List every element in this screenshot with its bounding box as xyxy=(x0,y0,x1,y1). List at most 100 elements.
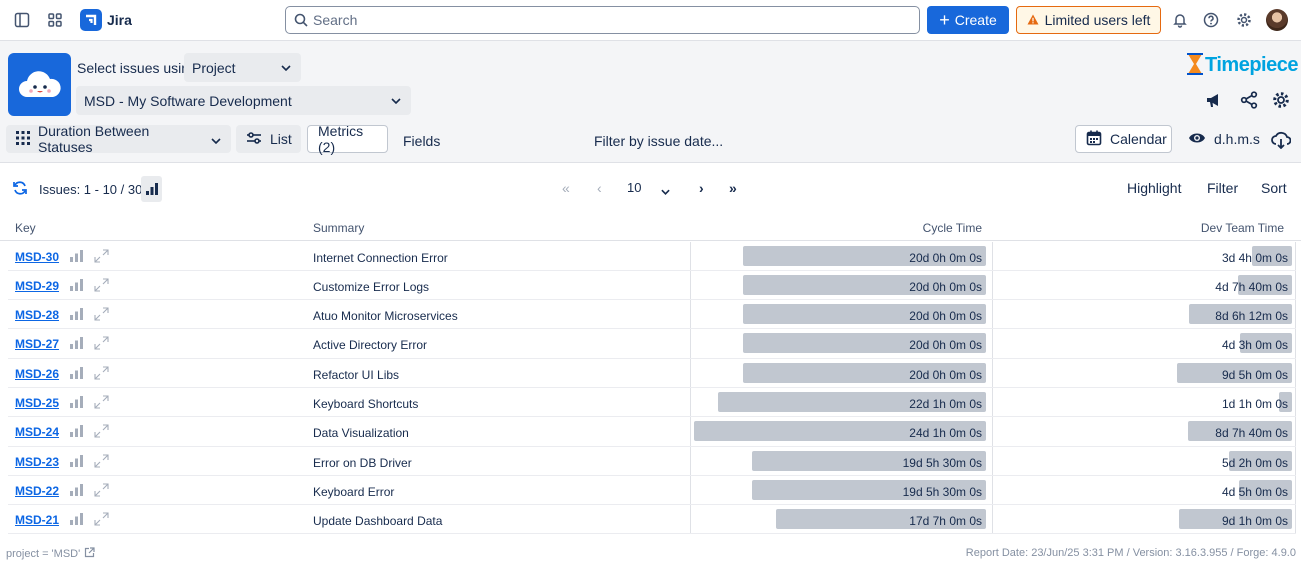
expand-icon[interactable] xyxy=(94,366,109,383)
cycle-time-cell: 19d 5h 30m 0s xyxy=(690,475,993,505)
chart-bars-icon[interactable] xyxy=(70,308,83,323)
expand-icon[interactable] xyxy=(94,424,109,441)
share-icon[interactable] xyxy=(1239,90,1259,110)
issue-key-link[interactable]: MSD-29 xyxy=(15,279,59,293)
external-link-icon[interactable] xyxy=(84,547,95,561)
column-header-key[interactable]: Key xyxy=(15,221,36,235)
dev-team-time-value: 8d 7h 40m 0s xyxy=(1215,426,1288,441)
issue-key-link[interactable]: MSD-24 xyxy=(15,425,59,439)
expand-icon[interactable] xyxy=(94,336,109,353)
expand-icon[interactable] xyxy=(94,248,109,266)
issue-summary: Update Dashboard Data xyxy=(313,514,443,529)
fields-link[interactable]: Fields xyxy=(403,133,440,149)
cycle-time-value: 17d 7h 0m 0s xyxy=(909,514,982,529)
list-button[interactable]: List xyxy=(236,125,301,153)
issue-key-link[interactable]: MSD-22 xyxy=(15,484,59,498)
chart-bars-icon[interactable] xyxy=(70,366,83,382)
first-page-icon[interactable]: « xyxy=(562,180,570,196)
cycle-time-cell: 19d 5h 30m 0s xyxy=(690,446,993,475)
issue-key-link[interactable]: MSD-23 xyxy=(15,455,59,469)
highlight-link[interactable]: Highlight xyxy=(1127,180,1181,196)
issue-key-link[interactable]: MSD-26 xyxy=(15,367,59,381)
table-row[interactable]: MSD-29 Customize Error Logs 20d 0h 0m 0s 4d… xyxy=(8,270,1296,301)
issue-key-link[interactable]: MSD-27 xyxy=(15,337,59,351)
dev-team-time-value: 4d 7h 40m 0s xyxy=(1215,279,1288,294)
bell-icon[interactable] xyxy=(1171,11,1189,29)
user-avatar[interactable] xyxy=(1266,9,1288,31)
search-box[interactable] xyxy=(285,6,920,34)
chart-bars-icon[interactable] xyxy=(70,337,83,352)
table-row[interactable]: MSD-30 Internet Connection Error 20d 0h 0m… xyxy=(8,241,1296,271)
create-button[interactable]: + Create xyxy=(927,6,1009,34)
chart-bars-icon[interactable] xyxy=(70,454,83,470)
metrics-button[interactable]: Metrics (2) xyxy=(307,123,388,155)
app-switcher-icon[interactable] xyxy=(46,11,64,29)
report-type-label: Duration Between Statuses xyxy=(38,123,150,155)
issue-key-link[interactable]: MSD-21 xyxy=(15,513,59,527)
limited-users-button[interactable]: Limited users left xyxy=(1016,6,1161,34)
search-input[interactable] xyxy=(313,7,903,33)
issue-key-link[interactable]: MSD-25 xyxy=(15,396,59,410)
table-row[interactable]: MSD-26 Refactor UI Libs 20d 0h 0m 0s 9d 5h … xyxy=(8,358,1296,388)
project-dropdown[interactable]: MSD - My Software Development xyxy=(76,86,411,115)
table-row[interactable]: MSD-22 Keyboard Error 19d 5h 30m 0s 4d 5h 0… xyxy=(8,475,1296,506)
filter-by-date-link[interactable]: Filter by issue date... xyxy=(594,133,723,149)
time-format-label: d.h.m.s xyxy=(1214,131,1260,147)
table-row[interactable]: MSD-21 Update Dashboard Data 17d 7h 0m 0s 9… xyxy=(8,505,1296,535)
table-header: Key Summary Cycle Time Dev Team Time xyxy=(0,213,1301,241)
chart-bars-icon[interactable] xyxy=(141,176,162,202)
refresh-icon[interactable] xyxy=(12,180,28,199)
column-header-summary[interactable]: Summary xyxy=(313,221,364,235)
table-row[interactable]: MSD-23 Error on DB Driver 19d 5h 30m 0s 5d … xyxy=(8,446,1296,476)
sort-link[interactable]: Sort xyxy=(1261,180,1287,196)
dev-team-time-value: 4d 3h 0m 0s xyxy=(1221,338,1288,353)
app-name[interactable]: Jira xyxy=(107,12,132,28)
chart-bars-icon[interactable] xyxy=(70,483,83,499)
create-label: Create xyxy=(954,12,997,28)
jira-logo-icon[interactable] xyxy=(80,9,102,31)
issue-key-link[interactable]: MSD-30 xyxy=(15,250,59,264)
column-header-cycle-time[interactable]: Cycle Time xyxy=(923,221,982,235)
expand-icon[interactable] xyxy=(94,454,109,471)
expand-icon[interactable] xyxy=(94,395,109,412)
expand-icon[interactable] xyxy=(94,512,109,529)
chevron-down-icon[interactable] xyxy=(661,183,670,198)
report-type-dropdown[interactable]: Duration Between Statuses xyxy=(6,123,231,155)
results-toolbar: Issues: 1 - 10 / 30 « ‹ 10 › » Highlight… xyxy=(0,163,1301,213)
next-page-icon[interactable]: › xyxy=(699,180,704,196)
cycle-time-value: 22d 1h 0m 0s xyxy=(909,397,982,411)
settings-icon[interactable] xyxy=(1235,11,1253,29)
settings-gear-icon[interactable] xyxy=(1271,90,1291,110)
chart-bars-icon[interactable] xyxy=(70,425,83,440)
dev-team-time-cell: 9d 1h 0m 0s xyxy=(993,505,1296,534)
table-row[interactable]: MSD-25 Keyboard Shortcuts 22d 1h 0m 0s 1d 1… xyxy=(8,388,1296,418)
cloud-download-icon[interactable] xyxy=(1271,130,1291,150)
prev-page-icon[interactable]: ‹ xyxy=(597,180,602,196)
table-row[interactable]: MSD-24 Data Visualization 24d 1h 0m 0s 8d 7… xyxy=(8,417,1296,447)
chart-bars-icon[interactable] xyxy=(70,396,83,411)
page-size-value[interactable]: 10 xyxy=(627,180,641,195)
chart-bars-icon[interactable] xyxy=(70,249,83,265)
cycle-time-value: 24d 1h 0m 0s xyxy=(909,426,982,441)
sidebar-toggle-icon[interactable] xyxy=(13,11,31,29)
dev-team-time-cell: 8d 7h 40m 0s xyxy=(993,417,1296,446)
calendar-button[interactable]: Calendar xyxy=(1075,125,1172,153)
table-row[interactable]: MSD-27 Active Directory Error 20d 0h 0m 0s… xyxy=(8,329,1296,359)
column-header-dev-team-time[interactable]: Dev Team Time xyxy=(1201,221,1284,235)
chart-bars-icon[interactable] xyxy=(70,278,83,294)
select-mode-value: Project xyxy=(192,59,236,76)
megaphone-icon[interactable] xyxy=(1204,90,1224,110)
help-icon[interactable] xyxy=(1202,11,1220,29)
issue-key-link[interactable]: MSD-28 xyxy=(15,308,59,322)
issue-summary: Keyboard Error xyxy=(313,484,395,499)
expand-icon[interactable] xyxy=(94,307,109,324)
cycle-time-value: 20d 0h 0m 0s xyxy=(909,250,982,265)
chart-bars-icon[interactable] xyxy=(70,513,83,528)
select-mode-dropdown[interactable]: Project xyxy=(184,53,301,82)
table-row[interactable]: MSD-28 Atuo Monitor Microservices 20d 0h 0… xyxy=(8,300,1296,330)
expand-icon[interactable] xyxy=(94,278,109,295)
filter-link[interactable]: Filter xyxy=(1207,180,1238,196)
time-format-toggle[interactable]: d.h.m.s xyxy=(1178,125,1263,153)
last-page-icon[interactable]: » xyxy=(729,180,737,196)
expand-icon[interactable] xyxy=(94,483,109,500)
